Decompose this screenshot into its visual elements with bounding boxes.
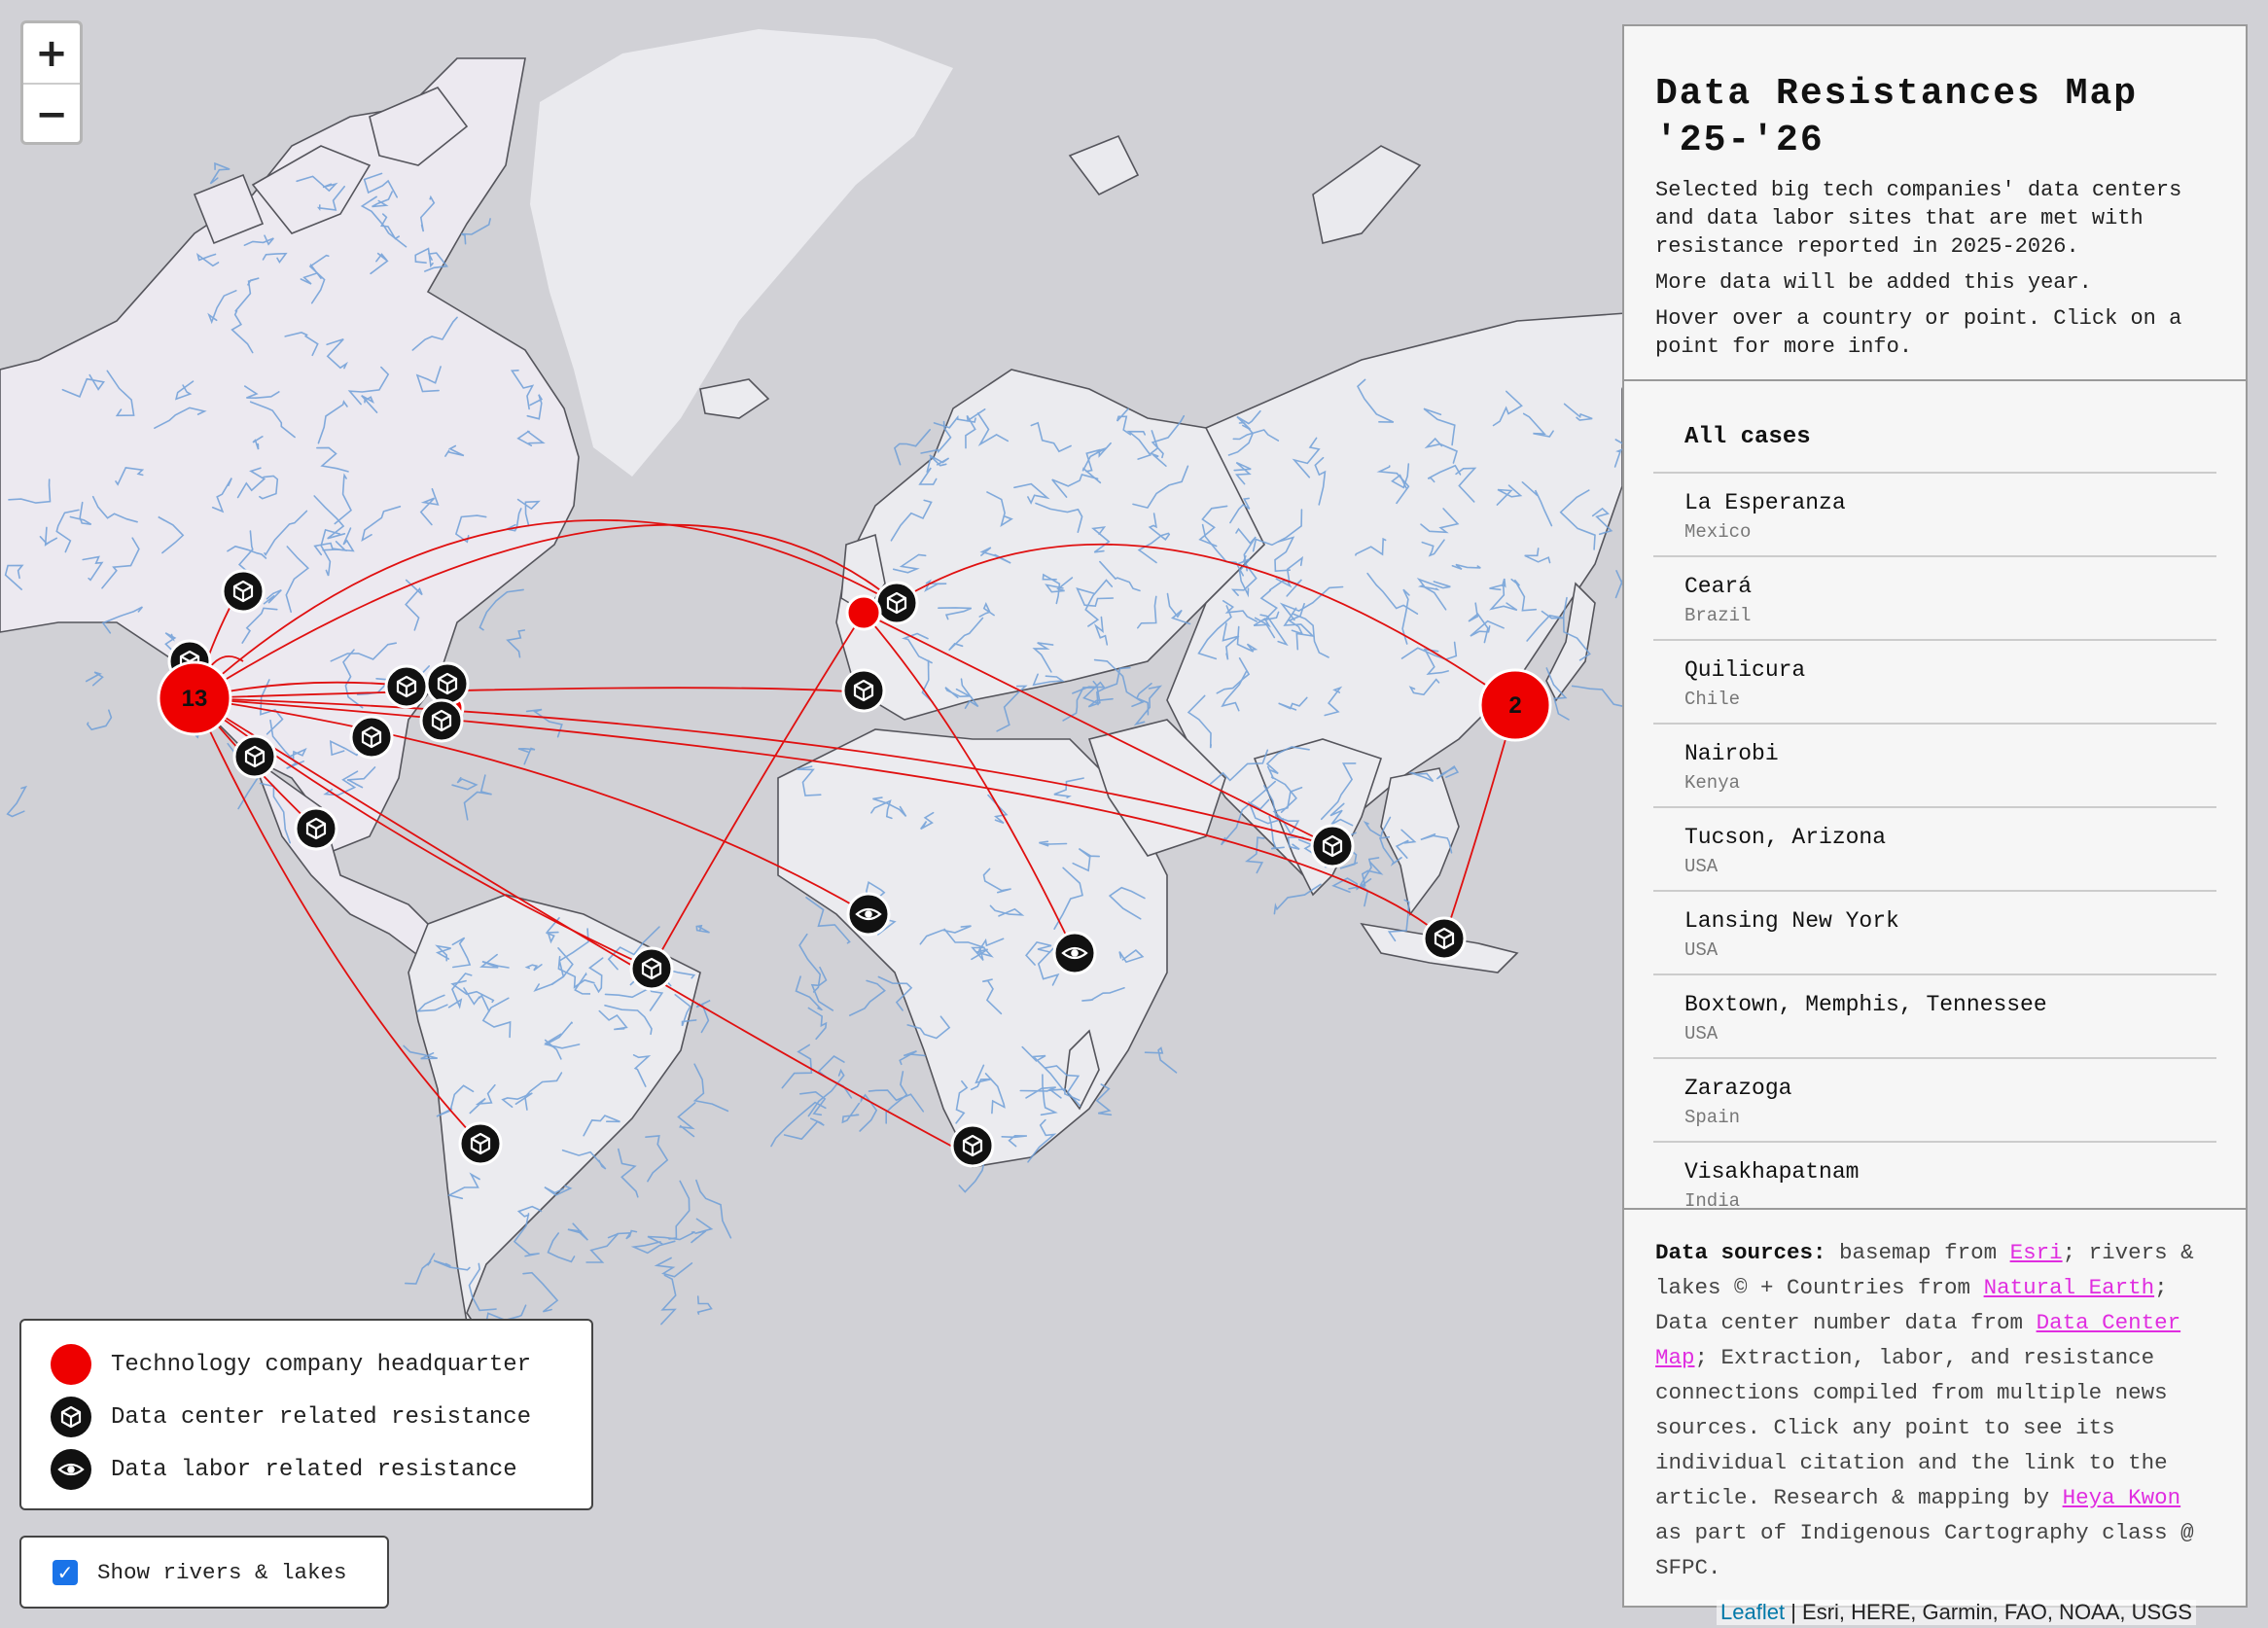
zoom-control: + − <box>20 20 83 145</box>
data-center-marker[interactable] <box>294 806 338 851</box>
case-name: Boxtown, Memphis, Tennessee <box>1684 992 2047 1017</box>
map-attribution: Leaflet | Esri, HERE, Garmin, FAO, NOAA,… <box>1717 1600 2196 1625</box>
list-item[interactable]: Ceará Brazil <box>1653 557 2216 641</box>
map-legend: Technology company headquarter Data cent… <box>19 1319 593 1510</box>
legend-data-center: Data center related resistance <box>51 1391 591 1443</box>
data-center-marker[interactable] <box>950 1123 995 1168</box>
cluster-count: 2 <box>1508 692 1521 719</box>
legend-hq-label: Technology company headquarter <box>111 1351 532 1378</box>
list-item[interactable]: La Esperanza Mexico <box>1653 474 2216 557</box>
headquarter-marker[interactable]: 13 <box>157 660 232 736</box>
list-item[interactable]: Visakhapatnam India <box>1653 1143 2216 1210</box>
natural-earth-link[interactable]: Natural Earth <box>1984 1275 2155 1300</box>
case-country: Kenya <box>1684 772 1741 794</box>
data-center-marker[interactable] <box>384 664 429 709</box>
data-center-marker[interactable] <box>458 1121 503 1166</box>
list-item[interactable]: Tucson, Arizona USA <box>1653 808 2216 892</box>
cube-icon <box>51 1397 91 1437</box>
data-labor-marker[interactable] <box>1052 931 1097 975</box>
panel-description: Selected big tech companies' data center… <box>1655 178 2182 259</box>
list-item[interactable]: Quilicura Chile <box>1653 641 2216 725</box>
data-center-marker[interactable] <box>1422 916 1467 961</box>
case-name: Visakhapatnam <box>1684 1159 1860 1185</box>
list-item[interactable]: Boxtown, Memphis, Tennessee USA <box>1653 975 2216 1059</box>
data-center-marker[interactable] <box>425 661 470 706</box>
zoom-in-button[interactable]: + <box>23 23 80 83</box>
list-item[interactable]: Zarazoga Spain <box>1653 1059 2216 1143</box>
legend-hq: Technology company headquarter <box>51 1338 591 1391</box>
attribution-text: | Esri, HERE, Garmin, FAO, NOAA, USGS <box>1790 1600 2192 1624</box>
legend-dc-label: Data center related resistance <box>111 1403 532 1431</box>
data-center-marker[interactable] <box>221 569 266 614</box>
data-center-marker[interactable] <box>629 946 674 991</box>
case-name: Quilicura <box>1684 657 1806 683</box>
checkbox-checked-icon[interactable]: ✓ <box>53 1559 78 1585</box>
zoom-out-button[interactable]: − <box>23 83 80 142</box>
info-panel: Data Resistances Map '25-'26 Selected bi… <box>1622 24 2248 1608</box>
panel-instruction: Hover over a country or point. Click on … <box>1655 306 2182 359</box>
case-name: La Esperanza <box>1684 490 1846 515</box>
author-link[interactable]: Heya Kwon <box>2063 1485 2181 1510</box>
page-title: Data Resistances Map '25-'26 <box>1655 73 2139 161</box>
legend-dl-label: Data labor related resistance <box>111 1456 517 1483</box>
list-item[interactable]: Nairobi Kenya <box>1653 725 2216 808</box>
case-list-header: All cases <box>1653 381 2216 474</box>
headquarter-marker[interactable] <box>845 594 882 631</box>
rivers-toggle[interactable]: ✓ Show rivers & lakes <box>19 1536 389 1609</box>
case-list[interactable]: All cases La Esperanza Mexico Ceará Brazil Q… <box>1624 381 2246 1210</box>
sources-text: as part of Indigenous Cartography class … <box>1655 1520 2194 1580</box>
case-country: Chile <box>1684 689 1741 710</box>
case-country: USA <box>1684 856 1719 877</box>
sources-text: basemap from <box>1839 1240 1998 1265</box>
data-center-marker[interactable] <box>349 715 394 760</box>
esri-link[interactable]: Esri <box>2010 1240 2063 1265</box>
data-labor-marker[interactable] <box>846 892 891 937</box>
case-name: Nairobi <box>1684 741 1779 766</box>
sources-label: Data sources: <box>1655 1240 1826 1265</box>
red-dot-icon <box>51 1344 91 1385</box>
data-center-marker[interactable] <box>419 698 464 743</box>
case-name: Lansing New York <box>1684 908 1899 934</box>
data-sources: Data sources: basemap from Esri; rivers … <box>1624 1210 2246 1585</box>
rivers-toggle-label: Show rivers & lakes <box>97 1559 347 1585</box>
case-name: Zarazoga <box>1684 1076 1792 1101</box>
data-center-marker[interactable] <box>1310 824 1355 868</box>
panel-note: More data will be added this year. <box>1655 270 2092 295</box>
cluster-count: 13 <box>182 686 208 712</box>
leaflet-link[interactable]: Leaflet <box>1720 1600 1785 1624</box>
list-item[interactable]: Lansing New York USA <box>1653 892 2216 975</box>
case-country: USA <box>1684 1023 1719 1044</box>
legend-data-labor: Data labor related resistance <box>51 1443 591 1496</box>
data-center-marker[interactable] <box>874 581 919 625</box>
case-name: Tucson, Arizona <box>1684 825 1887 850</box>
case-country: USA <box>1684 939 1719 961</box>
data-center-marker[interactable] <box>841 668 886 713</box>
case-country: Mexico <box>1684 521 1752 543</box>
headquarter-marker[interactable]: 2 <box>1478 668 1552 742</box>
case-name: Ceará <box>1684 574 1753 599</box>
case-country: India <box>1684 1190 1741 1210</box>
case-country: Brazil <box>1684 605 1752 626</box>
eye-icon <box>51 1449 91 1490</box>
data-center-marker[interactable] <box>232 734 277 779</box>
case-country: Spain <box>1684 1107 1741 1128</box>
panel-header: Data Resistances Map '25-'26 Selected bi… <box>1624 26 2246 381</box>
